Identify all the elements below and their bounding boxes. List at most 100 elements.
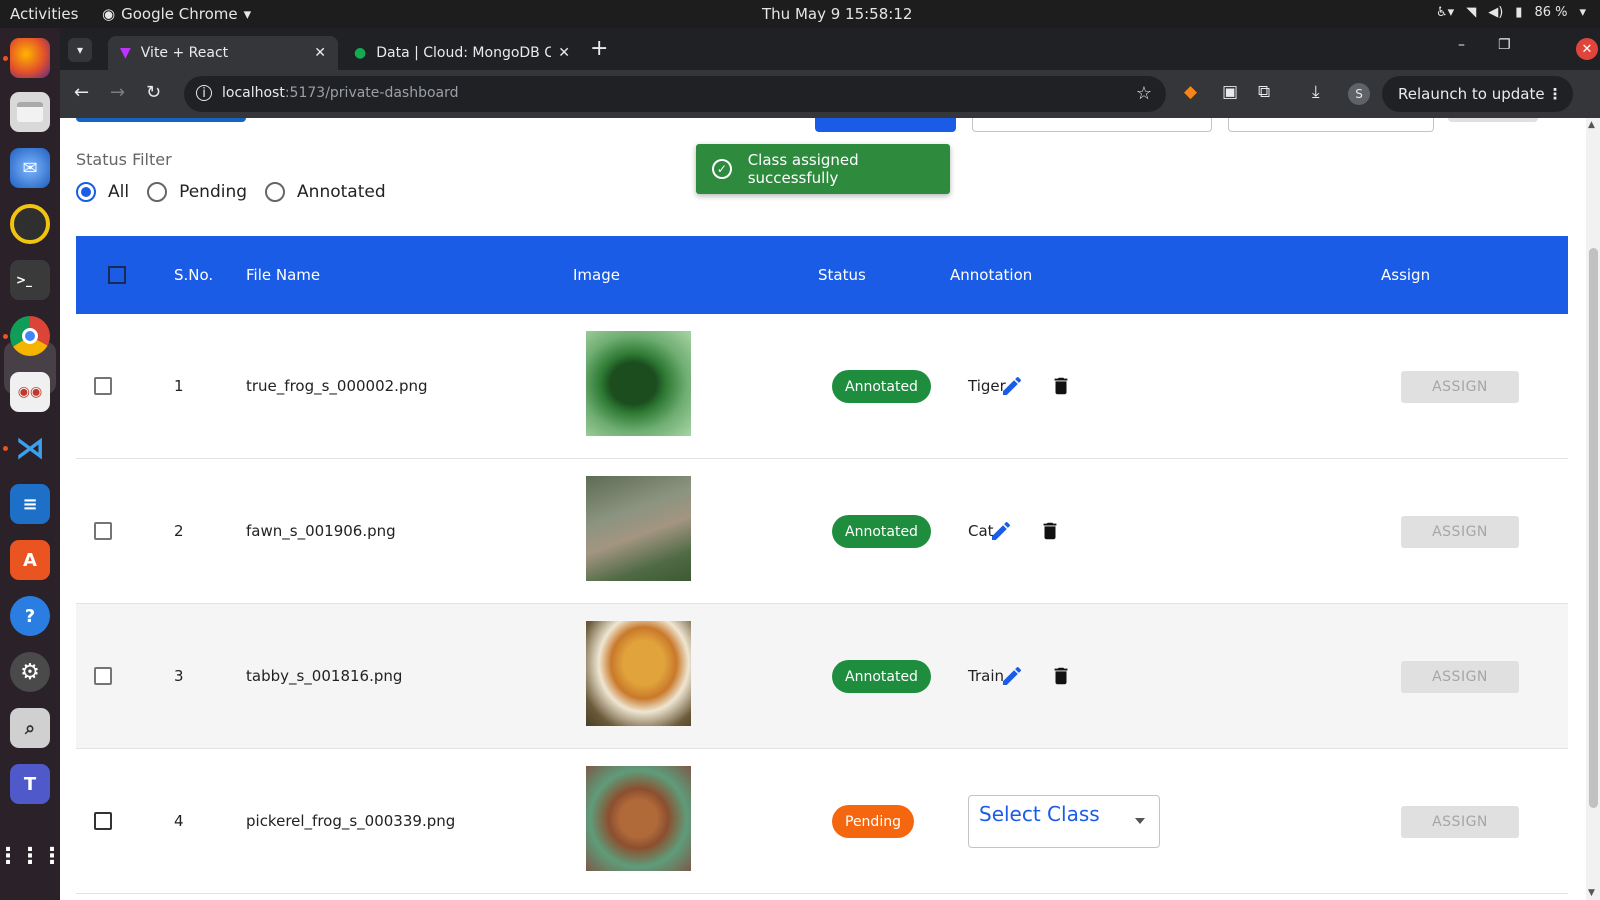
status-filter-label: Status Filter [76, 150, 172, 169]
clipped-text-field[interactable] [972, 118, 1212, 132]
close-window-icon[interactable]: ✕ [1576, 38, 1598, 60]
document-viewer-icon[interactable]: ◉◉ [10, 372, 50, 412]
thunderbird-icon[interactable]: ✉ [10, 148, 50, 188]
more-menu-icon[interactable]: ⋮ [1548, 85, 1563, 103]
dock: ✉ >_ ◉◉ ⋊ ≡ A ? ⚙ ⌕ T ⋮⋮⋮ [0, 28, 63, 900]
tab-title: Vite + React [140, 45, 229, 61]
row-sno: 4 [174, 812, 184, 830]
select-class-dropdown[interactable]: Select Class [968, 795, 1160, 848]
reload-icon[interactable]: ↻ [146, 82, 161, 103]
profile-avatar[interactable]: S [1348, 83, 1370, 105]
activities-button[interactable]: Activities [10, 5, 78, 23]
assign-button[interactable]: ASSIGN [1401, 516, 1519, 548]
new-tab-button[interactable]: + [590, 36, 608, 61]
app-center-icon[interactable]: A [10, 540, 50, 580]
wifi-icon[interactable]: ◥ [1466, 5, 1476, 20]
clock[interactable]: Thu May 9 15:58:12 [762, 5, 912, 23]
close-tab-icon[interactable]: ✕ [314, 45, 326, 61]
table-row: 2 fawn_s_001906.png Annotated Cat ASSIGN [76, 459, 1568, 604]
chrome-icon[interactable] [10, 316, 50, 356]
edit-pencil-icon[interactable] [1000, 664, 1024, 688]
assign-button[interactable]: ASSIGN [1401, 371, 1519, 403]
save-extension-icon[interactable]: ▣ [1222, 82, 1238, 102]
radio-icon[interactable] [265, 182, 286, 202]
close-tab-icon[interactable]: ✕ [558, 45, 570, 61]
row-checkbox[interactable] [94, 522, 112, 540]
check-circle-icon: ✓ [712, 159, 732, 179]
scrollbar-thumb[interactable] [1589, 248, 1598, 808]
search-icon[interactable]: ⌕ [10, 708, 50, 748]
settings-icon[interactable]: ⚙ [10, 652, 50, 692]
vscode-icon[interactable]: ⋊ [10, 428, 50, 468]
radio-selected-icon[interactable] [76, 182, 96, 202]
clipped-button[interactable] [815, 118, 956, 132]
battery-level: 86 % [1534, 5, 1568, 20]
row-file-name: fawn_s_001906.png [246, 522, 396, 540]
accessibility-icon[interactable]: ♿︎▾ [1436, 5, 1454, 20]
firefox-icon[interactable] [10, 38, 50, 78]
filter-option-all[interactable]: All [76, 182, 129, 202]
system-top-bar: Activities ◉ Google Chrome ▾ Thu May 9 1… [0, 0, 1600, 28]
running-indicator [3, 56, 8, 61]
row-checkbox[interactable] [94, 667, 112, 685]
row-checkbox[interactable] [94, 377, 112, 395]
dropdown-arrow-icon [1135, 818, 1145, 824]
scroll-down-icon[interactable]: ▼ [1588, 888, 1595, 898]
teams-icon[interactable]: T [10, 764, 50, 804]
header-status[interactable]: Status [818, 266, 866, 284]
forward-arrow-icon[interactable]: → [110, 82, 125, 103]
download-icon[interactable]: ⤓ [1312, 82, 1320, 102]
minimize-icon[interactable]: – [1458, 37, 1465, 53]
assign-button[interactable]: ASSIGN [1401, 806, 1519, 838]
row-checkbox[interactable] [94, 812, 112, 830]
tab-vite-react[interactable]: ▼ Vite + React ✕ [108, 36, 338, 70]
tab-search-button[interactable]: ▾ [68, 38, 92, 62]
chevron-down-icon[interactable]: ▾ [1579, 5, 1586, 20]
terminal-icon[interactable]: >_ [10, 260, 50, 300]
app-name: Google Chrome [121, 5, 238, 23]
status-badge: Annotated [832, 660, 931, 693]
images-table: S.No. File Name Image Status Annotation … [76, 236, 1568, 894]
back-arrow-icon[interactable]: ← [74, 82, 89, 103]
files-icon[interactable] [10, 92, 50, 132]
edit-pencil-icon[interactable] [989, 519, 1013, 543]
assign-button[interactable]: ASSIGN [1401, 661, 1519, 693]
page-scrollbar[interactable]: ▲ ▼ [1586, 118, 1600, 900]
filter-option-pending[interactable]: Pending [147, 182, 247, 202]
system-tray[interactable]: ♿︎▾ ◥ ◀) ▮ 86 % ▾ [1436, 5, 1586, 20]
table-row: 4 pickerel_frog_s_000339.png Pending Sel… [76, 749, 1568, 894]
clipped-button[interactable] [76, 118, 246, 122]
restore-icon[interactable]: ❐ [1498, 37, 1511, 53]
radio-icon[interactable] [147, 182, 168, 202]
delete-trash-icon[interactable] [1050, 374, 1072, 398]
delete-trash-icon[interactable] [1050, 664, 1072, 688]
header-file-name[interactable]: File Name [246, 266, 320, 284]
header-sno[interactable]: S.No. [174, 266, 213, 284]
metamask-extension-icon[interactable]: ◆ [1184, 82, 1197, 102]
battery-icon[interactable]: ▮ [1515, 5, 1522, 20]
site-info-icon[interactable]: i [196, 85, 212, 101]
chrome-toolbar: ← → ↻ i localhost:5173/private-dashboard… [60, 70, 1600, 118]
status-filter-radio-group: All Pending Annotated [76, 182, 386, 202]
select-all-checkbox[interactable] [108, 266, 126, 284]
filter-option-annotated[interactable]: Annotated [265, 182, 386, 202]
row-sno: 2 [174, 522, 184, 540]
volume-icon[interactable]: ◀) [1488, 5, 1503, 20]
relaunch-to-update-button[interactable]: Relaunch to update ⋮ [1382, 76, 1573, 112]
address-bar[interactable]: i localhost:5173/private-dashboard ☆ [184, 76, 1166, 112]
url-text[interactable]: localhost:5173/private-dashboard [222, 85, 459, 101]
clipped-text-field[interactable] [1228, 118, 1434, 132]
rhythmbox-icon[interactable] [10, 204, 50, 244]
extensions-puzzle-icon[interactable]: ⧉ [1258, 82, 1270, 102]
show-apps-icon[interactable]: ⋮⋮⋮ [0, 836, 63, 876]
success-toast: ✓ Class assigned successfully [696, 144, 950, 194]
edit-pencil-icon[interactable] [1000, 374, 1024, 398]
writer-icon[interactable]: ≡ [10, 484, 50, 524]
help-icon[interactable]: ? [10, 596, 50, 636]
tab-mongodb[interactable]: ● Data | Cloud: MongoDB C ✕ [342, 36, 582, 70]
delete-trash-icon[interactable] [1039, 519, 1061, 543]
scroll-up-icon[interactable]: ▲ [1588, 120, 1595, 130]
bookmark-star-icon[interactable]: ☆ [1136, 83, 1152, 104]
clipped-button[interactable] [1448, 118, 1538, 122]
app-menu[interactable]: ◉ Google Chrome ▾ [102, 5, 251, 23]
